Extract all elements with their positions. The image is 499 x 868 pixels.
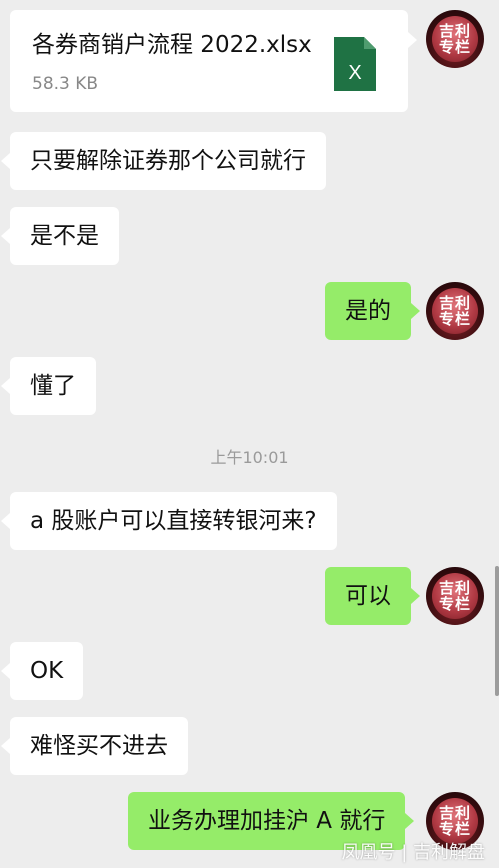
- message-text: 业务办理加挂沪 A 就行: [148, 808, 386, 834]
- excel-icon-letter: X: [348, 62, 361, 84]
- message-text: 是的: [345, 298, 391, 324]
- message-text: OK: [30, 658, 64, 684]
- excel-file-icon: X: [334, 37, 376, 91]
- message-bubble-incoming[interactable]: 是不是: [1, 207, 119, 265]
- message-bubble-incoming[interactable]: 懂了: [1, 357, 96, 415]
- message-bubble-incoming[interactable]: 难怪买不进去: [1, 717, 188, 775]
- avatar[interactable]: 吉利 专栏: [426, 10, 484, 68]
- message-text: a 股账户可以直接转银河来?: [30, 508, 317, 534]
- file-size: 58.3 KB: [32, 74, 99, 94]
- message-bubble-incoming[interactable]: 只要解除证券那个公司就行: [1, 132, 326, 190]
- avatar-logo: 吉利 专栏: [432, 288, 478, 334]
- scrollbar[interactable]: [495, 566, 499, 696]
- message-text: 可以: [345, 583, 391, 609]
- avatar-logo: 吉利 专栏: [432, 16, 478, 62]
- avatar[interactable]: 吉利 专栏: [426, 282, 484, 340]
- message-text: 是不是: [30, 223, 99, 249]
- message-text: 懂了: [30, 373, 76, 399]
- message-text: 难怪买不进去: [30, 733, 168, 759]
- message-bubble-incoming[interactable]: a 股账户可以直接转银河来?: [1, 492, 337, 550]
- message-bubble-outgoing[interactable]: 是的: [325, 282, 420, 340]
- message-bubble-outgoing[interactable]: 可以: [325, 567, 420, 625]
- message-bubble-incoming[interactable]: OK: [0, 642, 84, 700]
- watermark: 凤凰号 | 吉利解盘: [341, 842, 485, 863]
- avatar[interactable]: 吉利 专栏: [426, 567, 484, 625]
- message-timestamp: 上午10:01: [210, 448, 289, 467]
- file-message-card[interactable]: 各券商销户流程 2022.xlsx 58.3 KB X: [10, 10, 417, 112]
- file-name: 各券商销户流程 2022.xlsx: [32, 32, 312, 58]
- message-text: 只要解除证券那个公司就行: [30, 148, 306, 174]
- avatar-logo: 吉利 专栏: [432, 573, 478, 619]
